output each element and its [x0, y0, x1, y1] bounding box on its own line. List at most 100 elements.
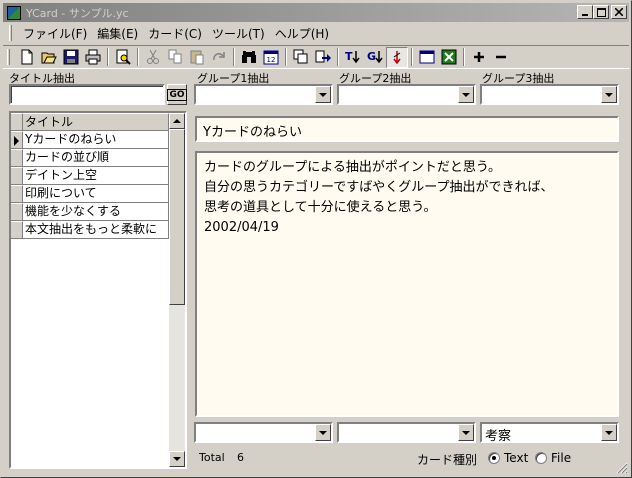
- chevron-down-icon[interactable]: [601, 86, 617, 103]
- toolbar-grip: [7, 49, 10, 65]
- menu-card[interactable]: カード(C): [143, 25, 207, 42]
- grid-cell-title[interactable]: 機能を少なくする: [23, 203, 169, 220]
- minimize-button[interactable]: [577, 5, 593, 19]
- sort-title-button[interactable]: T: [342, 47, 364, 68]
- new-button[interactable]: [16, 47, 38, 68]
- table-row[interactable]: カードの並び順: [11, 149, 169, 167]
- table-row[interactable]: 印刷について: [11, 185, 169, 203]
- group2-filter-combo[interactable]: [337, 84, 476, 105]
- new-icon: [21, 49, 33, 65]
- kind-file-label[interactable]: File: [551, 451, 571, 465]
- row-indicator: [11, 221, 23, 238]
- grid-cell-title[interactable]: 本文抽出をもっと柔軟に: [23, 221, 169, 238]
- go-button[interactable]: GO: [167, 84, 187, 105]
- table-row[interactable]: デイトン上空: [11, 167, 169, 185]
- scroll-down-button[interactable]: [169, 451, 185, 467]
- sort-title-icon: T: [345, 50, 360, 64]
- total-label: Total: [199, 451, 225, 464]
- redo-icon: [213, 52, 225, 61]
- card-title-field[interactable]: Yカードのねらい: [195, 116, 619, 142]
- export-icon: [315, 50, 331, 63]
- table-row[interactable]: 機能を少なくする: [11, 203, 169, 221]
- grid-vertical-scrollbar[interactable]: [169, 113, 185, 467]
- open-button[interactable]: [38, 47, 60, 68]
- total-count: 6: [237, 451, 244, 464]
- menu-file[interactable]: ファイル(F): [18, 25, 92, 42]
- chevron-down-icon[interactable]: [458, 424, 474, 441]
- card-list-grid[interactable]: タイトル Yカードのねらい カードの並び順 デイトン上空 印刷について 機能を少…: [9, 111, 187, 469]
- card-title-text: Yカードのねらい: [203, 125, 302, 140]
- export-button[interactable]: [312, 47, 334, 68]
- duplicate-icon: [293, 49, 308, 64]
- close-button[interactable]: [611, 5, 627, 19]
- title-filter-input[interactable]: [9, 84, 165, 105]
- grid-cell-title[interactable]: 印刷について: [23, 185, 169, 202]
- paste-button[interactable]: [186, 47, 208, 68]
- grid-cell-title[interactable]: Yカードのねらい: [23, 131, 169, 148]
- card-body-line: 2002/04/19: [204, 220, 279, 235]
- scroll-up-button[interactable]: [169, 113, 185, 129]
- copy-button[interactable]: [164, 47, 186, 68]
- cut-button[interactable]: [142, 47, 164, 68]
- card-group1-combo[interactable]: [194, 422, 333, 443]
- grid-cell-title[interactable]: カードの並び順: [23, 149, 169, 166]
- excel-icon: [441, 49, 457, 65]
- row-indicator: [11, 185, 23, 202]
- card-group3-combo[interactable]: 考察: [480, 422, 619, 444]
- title-bar[interactable]: YCard - サンプル.yc: [3, 3, 629, 22]
- kind-text-radio[interactable]: [488, 452, 500, 464]
- chevron-down-icon[interactable]: [315, 86, 331, 103]
- chevron-down-icon[interactable]: [601, 424, 617, 441]
- chevron-down-icon[interactable]: [315, 424, 331, 441]
- remove-icon: [496, 55, 506, 59]
- maximize-button[interactable]: [593, 5, 609, 19]
- menu-grip: [9, 25, 12, 41]
- copy-icon: [168, 49, 182, 64]
- remove-button[interactable]: [490, 47, 512, 68]
- row-indicator: [11, 131, 23, 148]
- add-button[interactable]: [468, 47, 490, 68]
- menu-help[interactable]: ヘルプ(H): [270, 25, 334, 42]
- minimize-icon: [582, 14, 588, 16]
- card-body-field[interactable]: カードのグループによる抽出がポイントだと思う。 自分の思うカテゴリーですばやくグ…: [195, 151, 619, 417]
- excel-button[interactable]: [438, 47, 460, 68]
- grid-header-title[interactable]: タイトル: [23, 113, 169, 130]
- sort-group-icon: G: [367, 50, 383, 64]
- card-body-line: 思考の道具として十分に使えると思う。: [204, 200, 437, 215]
- sort-toggle-button[interactable]: [386, 46, 408, 68]
- save-button[interactable]: [60, 47, 82, 68]
- duplicate-button[interactable]: [290, 47, 312, 68]
- chevron-down-icon[interactable]: [458, 86, 474, 103]
- menu-edit[interactable]: 編集(E): [92, 25, 143, 42]
- table-row[interactable]: Yカードのねらい: [11, 131, 169, 149]
- window-button[interactable]: [416, 47, 438, 68]
- menu-bar: ファイル(F) 編集(E) カード(C) ツール(T) ヘルプ(H): [3, 23, 629, 43]
- kind-file-radio[interactable]: [535, 452, 547, 464]
- sort-group-button[interactable]: G: [364, 47, 386, 68]
- calendar-button[interactable]: 12: [260, 47, 282, 68]
- app-icon[interactable]: [6, 5, 22, 21]
- add-icon: [474, 52, 484, 62]
- group1-filter-combo[interactable]: [194, 84, 333, 105]
- grid-cell-title[interactable]: デイトン上空: [23, 167, 169, 184]
- row-indicator: [11, 167, 23, 184]
- redo-button[interactable]: [208, 47, 230, 68]
- row-indicator: [11, 203, 23, 220]
- menu-tools[interactable]: ツール(T): [207, 25, 270, 42]
- card-group3-value: 考察: [485, 429, 512, 444]
- group3-filter-combo[interactable]: [480, 84, 619, 105]
- toolbar-separator: [233, 48, 235, 66]
- table-row[interactable]: 本文抽出をもっと柔軟に: [11, 221, 169, 239]
- find-icon: [242, 51, 256, 63]
- card-group2-combo[interactable]: [337, 422, 476, 443]
- grid-header-row: タイトル: [11, 113, 169, 131]
- print-preview-button[interactable]: [112, 47, 134, 68]
- current-row-icon: [14, 136, 19, 146]
- resize-grip-icon[interactable]: [616, 462, 628, 474]
- find-button[interactable]: [238, 47, 260, 68]
- toolbar-separator: [463, 48, 465, 66]
- kind-text-label[interactable]: Text: [504, 451, 528, 465]
- scroll-down-icon: [173, 457, 181, 461]
- print-button[interactable]: [82, 47, 104, 68]
- scroll-thumb[interactable]: [169, 129, 185, 305]
